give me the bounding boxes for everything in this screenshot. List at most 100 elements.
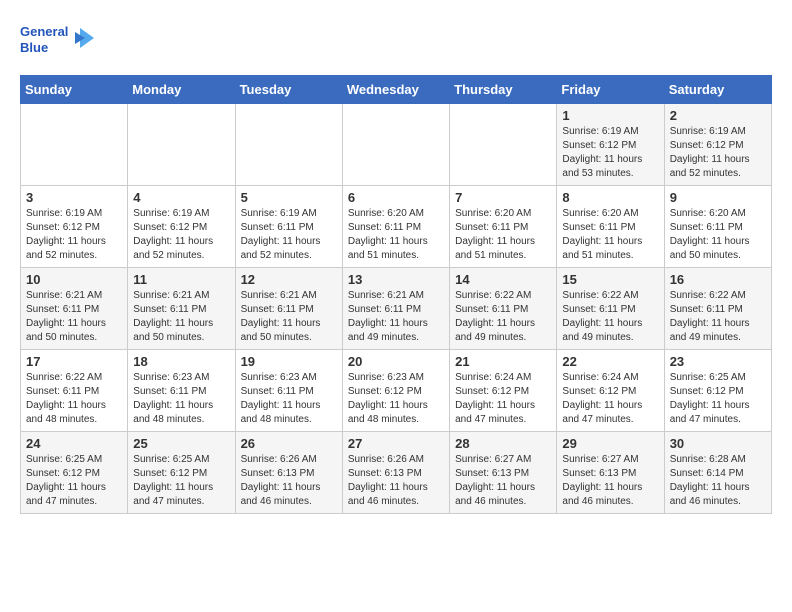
calendar-cell: 6Sunrise: 6:20 AM Sunset: 6:11 PM Daylig… [342, 186, 449, 268]
header-day-sunday: Sunday [21, 76, 128, 104]
day-number: 3 [26, 190, 122, 205]
logo: General Blue [20, 20, 100, 65]
cell-info: Sunrise: 6:20 AM Sunset: 6:11 PM Dayligh… [670, 207, 766, 263]
day-number: 9 [670, 190, 766, 205]
calendar-cell: 22Sunrise: 6:24 AM Sunset: 6:12 PM Dayli… [557, 350, 664, 432]
cell-info: Sunrise: 6:23 AM Sunset: 6:11 PM Dayligh… [133, 371, 229, 427]
cell-info: Sunrise: 6:20 AM Sunset: 6:11 PM Dayligh… [348, 207, 444, 263]
day-number: 15 [562, 272, 658, 287]
day-number: 2 [670, 108, 766, 123]
day-number: 29 [562, 436, 658, 451]
cell-info: Sunrise: 6:23 AM Sunset: 6:12 PM Dayligh… [348, 371, 444, 427]
calendar-cell: 17 Sunrise: 6:22 AM Sunset: 6:11 PM Dayli… [21, 350, 128, 432]
header-day-thursday: Thursday [450, 76, 557, 104]
day-number: 16 [670, 272, 766, 287]
calendar-cell: 20 Sunrise: 6:23 AM Sunset: 6:12 PM Dayli… [342, 350, 449, 432]
header-day-saturday: Saturday [664, 76, 771, 104]
cell-info: Sunrise: 6:20 AM Sunset: 6:11 PM Dayligh… [455, 207, 551, 263]
day-number: 7 [455, 190, 551, 205]
calendar-cell: 23 Sunrise: 6:25 AM Sunset: 6:12 PM Dayli… [664, 350, 771, 432]
cell-info: Sunrise: 6:28 AM Sunset: 6:14 PM Dayligh… [670, 453, 766, 509]
calendar-cell: 29 Sunrise: 6:27 AM Sunset: 6:13 PM Dayli… [557, 432, 664, 514]
day-number: 24 [26, 436, 122, 451]
header-row: SundayMondayTuesdayWednesdayThursdayFrid… [21, 76, 772, 104]
cell-info: Sunrise: 6:19 AM Sunset: 6:11 PM Dayligh… [241, 207, 337, 263]
calendar-cell: 14 Sunrise: 6:22 AM Sunset: 6:11 PM Dayli… [450, 268, 557, 350]
calendar-cell: 1Sunrise: 6:19 AM Sunset: 6:12 PM Daylig… [557, 104, 664, 186]
calendar-body: 1 Sunrise: 6:19 AM Sunset: 6:12 PM Daylig… [21, 104, 772, 514]
svg-text:General: General [20, 24, 68, 39]
calendar-cell: 28Sunrise: 6:27 AM Sunset: 6:13 PM Dayli… [450, 432, 557, 514]
cell-info: Sunrise: 6:25 AM Sunset: 6:12 PM Dayligh… [133, 453, 229, 509]
header-day-friday: Friday [557, 76, 664, 104]
day-number: 18 [133, 354, 229, 369]
calendar-cell [235, 104, 342, 186]
cell-info: Sunrise: 6:24 AM Sunset: 6:12 PM Dayligh… [562, 371, 658, 427]
header-day-tuesday: Tuesday [235, 76, 342, 104]
cell-info: Sunrise: 6:21 AM Sunset: 6:11 PM Dayligh… [241, 289, 337, 345]
week-row-2: 3 Sunrise: 6:19 AM Sunset: 6:12 PM Daylig… [21, 186, 772, 268]
cell-info: Sunrise: 6:21 AM Sunset: 6:11 PM Dayligh… [348, 289, 444, 345]
cell-info: Sunrise: 6:22 AM Sunset: 6:11 PM Dayligh… [562, 289, 658, 345]
calendar-cell [450, 104, 557, 186]
cell-info: Sunrise: 6:19 AM Sunset: 6:12 PM Dayligh… [26, 207, 122, 263]
calendar-cell: 26 Sunrise: 6:26 AM Sunset: 6:13 PM Dayli… [235, 432, 342, 514]
day-number: 13 [348, 272, 444, 287]
day-number: 26 [241, 436, 337, 451]
cell-info: Sunrise: 6:25 AM Sunset: 6:12 PM Dayligh… [26, 453, 122, 509]
day-number: 12 [241, 272, 337, 287]
day-number: 14 [455, 272, 551, 287]
calendar-cell: 30 Sunrise: 6:28 AM Sunset: 6:14 PM Dayli… [664, 432, 771, 514]
week-row-4: 17 Sunrise: 6:22 AM Sunset: 6:11 PM Dayli… [21, 350, 772, 432]
cell-info: Sunrise: 6:27 AM Sunset: 6:13 PM Dayligh… [455, 453, 551, 509]
week-row-1: 1 Sunrise: 6:19 AM Sunset: 6:12 PM Daylig… [21, 104, 772, 186]
calendar-header: SundayMondayTuesdayWednesdayThursdayFrid… [21, 76, 772, 104]
calendar-cell: 12 Sunrise: 6:21 AM Sunset: 6:11 PM Dayli… [235, 268, 342, 350]
calendar-cell: 18 Sunrise: 6:23 AM Sunset: 6:11 PM Dayli… [128, 350, 235, 432]
day-number: 5 [241, 190, 337, 205]
cell-info: Sunrise: 6:24 AM Sunset: 6:12 PM Dayligh… [455, 371, 551, 427]
day-number: 19 [241, 354, 337, 369]
calendar-cell: 4Sunrise: 6:19 AM Sunset: 6:12 PM Daylig… [128, 186, 235, 268]
calendar-cell: 11 Sunrise: 6:21 AM Sunset: 6:11 PM Dayli… [128, 268, 235, 350]
calendar-cell [21, 104, 128, 186]
cell-info: Sunrise: 6:21 AM Sunset: 6:11 PM Dayligh… [133, 289, 229, 345]
calendar-cell: 16 Sunrise: 6:22 AM Sunset: 6:11 PM Dayli… [664, 268, 771, 350]
day-number: 11 [133, 272, 229, 287]
day-number: 1 [562, 108, 658, 123]
cell-info: Sunrise: 6:26 AM Sunset: 6:13 PM Dayligh… [241, 453, 337, 509]
calendar-cell: 15 Sunrise: 6:22 AM Sunset: 6:11 PM Dayli… [557, 268, 664, 350]
cell-info: Sunrise: 6:22 AM Sunset: 6:11 PM Dayligh… [26, 371, 122, 427]
cell-info: Sunrise: 6:20 AM Sunset: 6:11 PM Dayligh… [562, 207, 658, 263]
calendar-cell: 3 Sunrise: 6:19 AM Sunset: 6:12 PM Daylig… [21, 186, 128, 268]
cell-info: Sunrise: 6:21 AM Sunset: 6:11 PM Dayligh… [26, 289, 122, 345]
cell-info: Sunrise: 6:22 AM Sunset: 6:11 PM Dayligh… [455, 289, 551, 345]
day-number: 30 [670, 436, 766, 451]
calendar-cell: 5 Sunrise: 6:19 AM Sunset: 6:11 PM Daylig… [235, 186, 342, 268]
calendar-cell: 27 Sunrise: 6:26 AM Sunset: 6:13 PM Dayli… [342, 432, 449, 514]
calendar-cell: 13 Sunrise: 6:21 AM Sunset: 6:11 PM Dayli… [342, 268, 449, 350]
header-day-wednesday: Wednesday [342, 76, 449, 104]
day-number: 21 [455, 354, 551, 369]
cell-info: Sunrise: 6:26 AM Sunset: 6:13 PM Dayligh… [348, 453, 444, 509]
cell-info: Sunrise: 6:19 AM Sunset: 6:12 PM Dayligh… [670, 125, 766, 181]
calendar-cell: 21 Sunrise: 6:24 AM Sunset: 6:12 PM Dayli… [450, 350, 557, 432]
day-number: 23 [670, 354, 766, 369]
cell-info: Sunrise: 6:25 AM Sunset: 6:12 PM Dayligh… [670, 371, 766, 427]
day-number: 8 [562, 190, 658, 205]
cell-info: Sunrise: 6:22 AM Sunset: 6:11 PM Dayligh… [670, 289, 766, 345]
calendar-cell: 2 Sunrise: 6:19 AM Sunset: 6:12 PM Daylig… [664, 104, 771, 186]
header-day-monday: Monday [128, 76, 235, 104]
cell-info: Sunrise: 6:23 AM Sunset: 6:11 PM Dayligh… [241, 371, 337, 427]
day-number: 4 [133, 190, 229, 205]
week-row-3: 10Sunrise: 6:21 AM Sunset: 6:11 PM Dayli… [21, 268, 772, 350]
calendar-table: SundayMondayTuesdayWednesdayThursdayFrid… [20, 75, 772, 514]
cell-info: Sunrise: 6:27 AM Sunset: 6:13 PM Dayligh… [562, 453, 658, 509]
calendar-cell: 10Sunrise: 6:21 AM Sunset: 6:11 PM Dayli… [21, 268, 128, 350]
svg-text:Blue: Blue [20, 40, 48, 55]
day-number: 27 [348, 436, 444, 451]
calendar-cell [128, 104, 235, 186]
day-number: 20 [348, 354, 444, 369]
day-number: 17 [26, 354, 122, 369]
calendar-cell: 7 Sunrise: 6:20 AM Sunset: 6:11 PM Daylig… [450, 186, 557, 268]
